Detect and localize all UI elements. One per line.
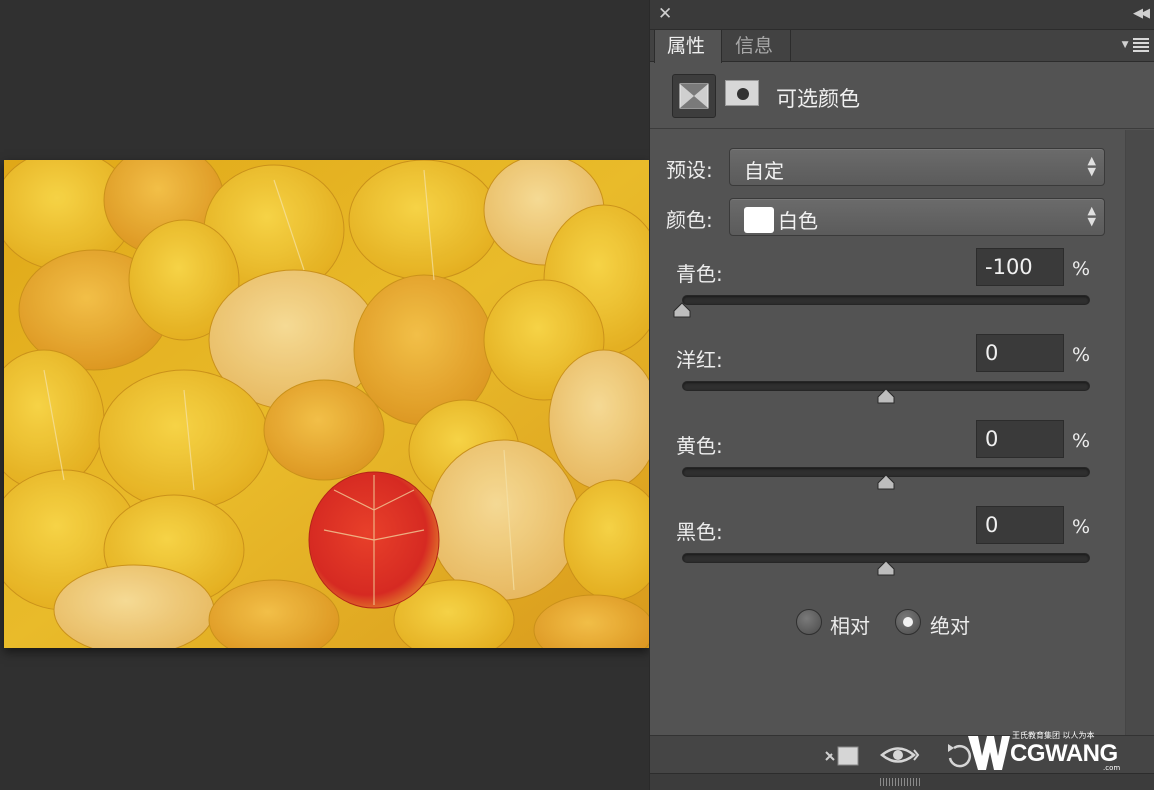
cgwang-watermark: 王氏教育集团 以人为本 CGWANG .com	[966, 730, 1126, 774]
watermark-brand: CGWANG	[1010, 740, 1118, 767]
view-previous-state-icon[interactable]	[878, 740, 922, 770]
cgwang-logo	[968, 736, 1010, 770]
preset-label: 预设:	[666, 158, 713, 182]
panel-resize-grip[interactable]	[650, 773, 1154, 790]
tab-properties[interactable]: 属性	[654, 30, 722, 63]
panel-menu-icon[interactable]: ▼	[1122, 36, 1149, 54]
scrollbar[interactable]	[1125, 130, 1154, 735]
magenta-percent: %	[1072, 344, 1091, 366]
panel-tab-bar: 属性 信息 ▼	[650, 30, 1154, 63]
colors-dropdown[interactable]: 白色 ▲ ▼	[729, 198, 1105, 236]
absolute-label: 绝对	[930, 614, 970, 638]
black-value-field[interactable]: 0	[976, 506, 1064, 544]
panel-title-bar: ✕ ◀◀	[650, 0, 1154, 30]
tab-info[interactable]: 信息	[723, 30, 791, 62]
cyan-percent: %	[1072, 258, 1091, 280]
layer-mask-icon[interactable]	[725, 80, 759, 106]
preset-value: 自定	[744, 159, 784, 183]
yellow-percent: %	[1072, 430, 1091, 452]
black-label: 黑色:	[676, 520, 723, 544]
clip-to-layer-icon[interactable]	[820, 740, 862, 770]
yellow-slider-thumb[interactable]	[877, 474, 895, 490]
selective-color-icon[interactable]	[672, 74, 716, 118]
colors-value: 白色	[778, 209, 818, 233]
yellow-label: 黄色:	[676, 434, 723, 458]
black-slider-thumb[interactable]	[877, 560, 895, 576]
close-icon[interactable]: ✕	[658, 4, 672, 24]
dropdown-arrows-icon: ▲ ▼	[1087, 204, 1096, 228]
color-swatch	[744, 207, 774, 233]
cyan-label: 青色:	[676, 262, 723, 286]
cyan-slider-thumb[interactable]	[673, 302, 691, 318]
cyan-slider[interactable]	[682, 295, 1090, 305]
cyan-value-field[interactable]: -100	[976, 248, 1064, 286]
black-percent: %	[1072, 516, 1091, 538]
properties-panel: ✕ ◀◀ 属性 信息 ▼ 可选颜色 预设: 自定 ▲ ▼ 颜色: 白色 ▲ ▼ …	[649, 0, 1154, 790]
document-canvas-image	[4, 160, 649, 648]
magenta-slider-thumb[interactable]	[877, 388, 895, 404]
watermark-domain: .com	[1103, 764, 1121, 772]
yellow-value-field[interactable]: 0	[976, 420, 1064, 458]
relative-radio[interactable]	[796, 609, 822, 635]
absolute-radio[interactable]	[895, 609, 921, 635]
magenta-value-field[interactable]: 0	[976, 334, 1064, 372]
relative-label: 相对	[830, 614, 870, 638]
adjustment-header: 可选颜色	[650, 63, 1154, 129]
autumn-leaves-photo	[4, 160, 649, 648]
collapse-panel-icon[interactable]: ◀◀	[1133, 6, 1150, 21]
adjustment-body: 预设: 自定 ▲ ▼ 颜色: 白色 ▲ ▼ 青色: -100 % 洋红: 0 % 黄…	[650, 130, 1154, 735]
preset-dropdown[interactable]: 自定 ▲ ▼	[729, 148, 1105, 186]
magenta-label: 洋红:	[676, 348, 723, 372]
colors-label: 颜色:	[666, 208, 713, 232]
adjustment-title: 可选颜色	[776, 87, 860, 111]
dropdown-arrows-icon: ▲ ▼	[1087, 154, 1096, 178]
